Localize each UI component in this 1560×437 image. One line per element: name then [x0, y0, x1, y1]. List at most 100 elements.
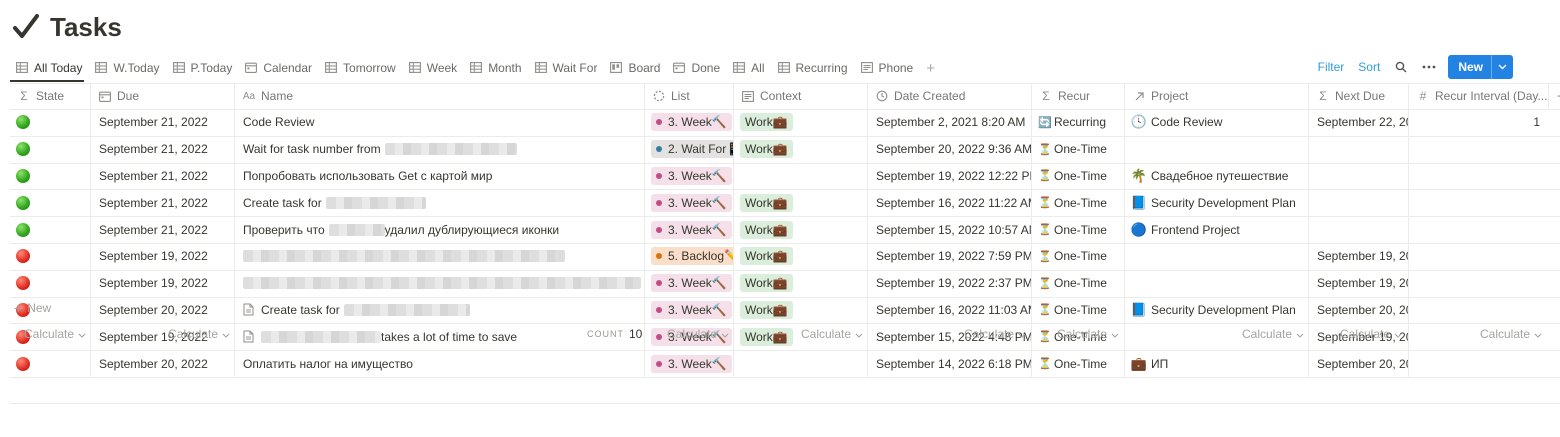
column-header-next[interactable]: Σ Next Due	[1308, 83, 1408, 109]
table-row[interactable]: September 21, 2022 Wait for task number f…	[0, 135, 1560, 163]
table-row[interactable]: September 21, 2022 Create task for 3. Week…	[0, 189, 1560, 217]
list-cell[interactable]: 3. Week🔨	[644, 296, 733, 324]
project-cell[interactable]: 💼 ИП	[1124, 350, 1308, 377]
project-cell[interactable]	[1124, 243, 1308, 270]
list-tag[interactable]: 3. Week🔨	[651, 354, 732, 373]
tab-wait-for[interactable]: Wait For	[529, 56, 604, 80]
name-cell[interactable]: Code Review	[234, 109, 644, 136]
count-summary[interactable]: COUNT 10	[587, 326, 642, 342]
table-row[interactable]: September 19, 2022 3. Week🔨 Work💼 September…	[0, 269, 1560, 297]
project-link[interactable]: Code Review	[1151, 115, 1222, 129]
list-tag[interactable]: 3. Week🔨	[651, 220, 732, 239]
list-cell[interactable]: 3. Week🔨	[644, 216, 733, 243]
table-row[interactable]: September 20, 2022 Create task for 3. Week…	[0, 296, 1560, 324]
tab-w-today[interactable]: W.Today	[89, 56, 165, 80]
new-button-label[interactable]: New	[1448, 55, 1492, 79]
calculate-dropdown[interactable]: Calculate	[1340, 326, 1402, 342]
context-cell[interactable]: Work💼	[733, 243, 867, 270]
context-cell[interactable]: Work💼	[733, 269, 867, 297]
context-tag[interactable]: Work💼	[740, 247, 793, 266]
project-cell[interactable]: 📘 Security Development Plan	[1124, 189, 1308, 217]
project-link[interactable]: Security Development Plan	[1151, 303, 1296, 317]
project-cell[interactable]: 📘 Security Development Plan	[1124, 296, 1308, 324]
project-link[interactable]: Свадебное путешествие	[1151, 169, 1288, 183]
column-header-created[interactable]: Date Created	[867, 83, 1031, 109]
search-icon[interactable]	[1394, 60, 1408, 74]
due-cell[interactable]: September 20, 2022	[90, 296, 234, 324]
table-row[interactable]: September 19, 2022 takes a lot of time to…	[0, 323, 1560, 351]
sort-button[interactable]: Sort	[1358, 60, 1380, 74]
context-cell[interactable]	[733, 162, 867, 190]
tab-board[interactable]: Board	[604, 56, 666, 80]
calculate-dropdown[interactable]: Calculate	[1242, 326, 1304, 342]
tab-all-today[interactable]: All Today	[10, 56, 88, 80]
column-header-list[interactable]: List	[644, 83, 733, 109]
table-row[interactable]: September 21, 2022 Проверить что удалил ду…	[0, 216, 1560, 243]
tab-done[interactable]: Done	[667, 56, 726, 80]
list-cell[interactable]: 2. Wait For📱	[644, 135, 733, 163]
name-cell[interactable]: Оплатить налог на имущество	[234, 350, 644, 377]
calculate-dropdown[interactable]: Calculate	[168, 326, 230, 342]
context-cell[interactable]: Work💼	[733, 216, 867, 243]
list-cell[interactable]: 3. Week🔨	[644, 350, 733, 377]
tab-recurring[interactable]: Recurring	[772, 56, 854, 80]
context-tag[interactable]: Work💼	[740, 220, 793, 239]
list-tag[interactable]: 3. Week🔨	[651, 113, 732, 132]
tab-tomorrow[interactable]: Tomorrow	[319, 56, 402, 80]
calculate-dropdown[interactable]: Calculate	[1480, 326, 1542, 342]
due-cell[interactable]: September 21, 2022	[90, 109, 234, 136]
tab-month[interactable]: Month	[464, 56, 527, 80]
name-cell[interactable]: Create task for	[234, 296, 644, 324]
column-header-context[interactable]: Context	[733, 83, 867, 109]
project-cell[interactable]: 🌴 Свадебное путешествие	[1124, 162, 1308, 190]
new-item-button[interactable]: New	[1448, 55, 1513, 79]
calculate-dropdown[interactable]: Calculate	[964, 326, 1026, 342]
column-header-interval[interactable]: # Recur Interval (Day...	[1408, 83, 1548, 109]
project-link[interactable]: ИП	[1151, 357, 1168, 371]
context-cell[interactable]	[733, 350, 867, 377]
name-cell[interactable]: Попробовать использовать Get с картой ми…	[234, 162, 644, 190]
list-cell[interactable]: 3. Week🔨	[644, 269, 733, 297]
chevron-down-icon[interactable]	[1492, 55, 1513, 79]
tab-phone[interactable]: Phone	[855, 56, 920, 80]
list-tag[interactable]: 3. Week🔨	[651, 274, 732, 293]
name-cell[interactable]: Проверить что удалил дублирующиеся иконки	[234, 216, 644, 243]
add-view-plus-icon[interactable]: +	[920, 60, 941, 77]
tab-calendar[interactable]: Calendar	[239, 56, 318, 80]
list-tag[interactable]: 3. Week🔨	[651, 166, 732, 185]
name-cell[interactable]: takes a lot of time to save	[234, 323, 644, 351]
context-tag[interactable]: Work💼	[740, 274, 793, 293]
calculate-dropdown[interactable]: Calculate	[24, 326, 86, 342]
context-tag[interactable]: Work💼	[740, 113, 793, 132]
list-cell[interactable]: 5. Backlog✏️	[644, 243, 733, 270]
project-cell[interactable]	[1124, 269, 1308, 297]
context-cell[interactable]: Work💼	[733, 296, 867, 324]
name-cell[interactable]: Wait for task number from	[234, 135, 644, 163]
project-link[interactable]: Frontend Project	[1151, 223, 1240, 237]
due-cell[interactable]: September 21, 2022	[90, 162, 234, 190]
context-cell[interactable]: Work💼	[733, 189, 867, 217]
due-cell[interactable]: September 20, 2022	[90, 350, 234, 377]
column-header-due[interactable]: Due	[90, 83, 234, 109]
list-cell[interactable]: 3. Week🔨	[644, 162, 733, 190]
project-cell[interactable]: 🕓 Code Review	[1124, 109, 1308, 136]
filter-button[interactable]: Filter	[1318, 60, 1345, 74]
context-tag[interactable]: Work💼	[740, 300, 793, 319]
table-row[interactable]: September 20, 2022 Оплатить налог на имущ…	[0, 350, 1560, 377]
due-cell[interactable]: September 21, 2022	[90, 216, 234, 243]
table-row[interactable]: September 21, 2022 Попробовать использова…	[0, 162, 1560, 190]
due-cell[interactable]: September 19, 2022	[90, 269, 234, 297]
table-row[interactable]: September 19, 2022 5. Backlog✏️ Work💼 Septe…	[0, 243, 1560, 270]
table-row[interactable]: September 21, 2022 Code Review 3. Week🔨 Wor…	[0, 109, 1560, 136]
column-header-name[interactable]: Aa Name	[234, 83, 644, 109]
list-tag[interactable]: 5. Backlog✏️	[651, 247, 733, 266]
context-tag[interactable]: Work💼	[740, 193, 793, 212]
context-tag[interactable]: Work💼	[740, 140, 793, 159]
list-cell[interactable]: 3. Week🔨	[644, 109, 733, 136]
name-cell[interactable]	[234, 243, 644, 270]
project-cell[interactable]	[1124, 135, 1308, 163]
add-row-button[interactable]: + New	[14, 298, 51, 318]
name-cell[interactable]: Create task for	[234, 189, 644, 217]
calculate-dropdown[interactable]: Calculate	[801, 326, 863, 342]
column-header-recur[interactable]: Σ Recur	[1031, 83, 1124, 109]
